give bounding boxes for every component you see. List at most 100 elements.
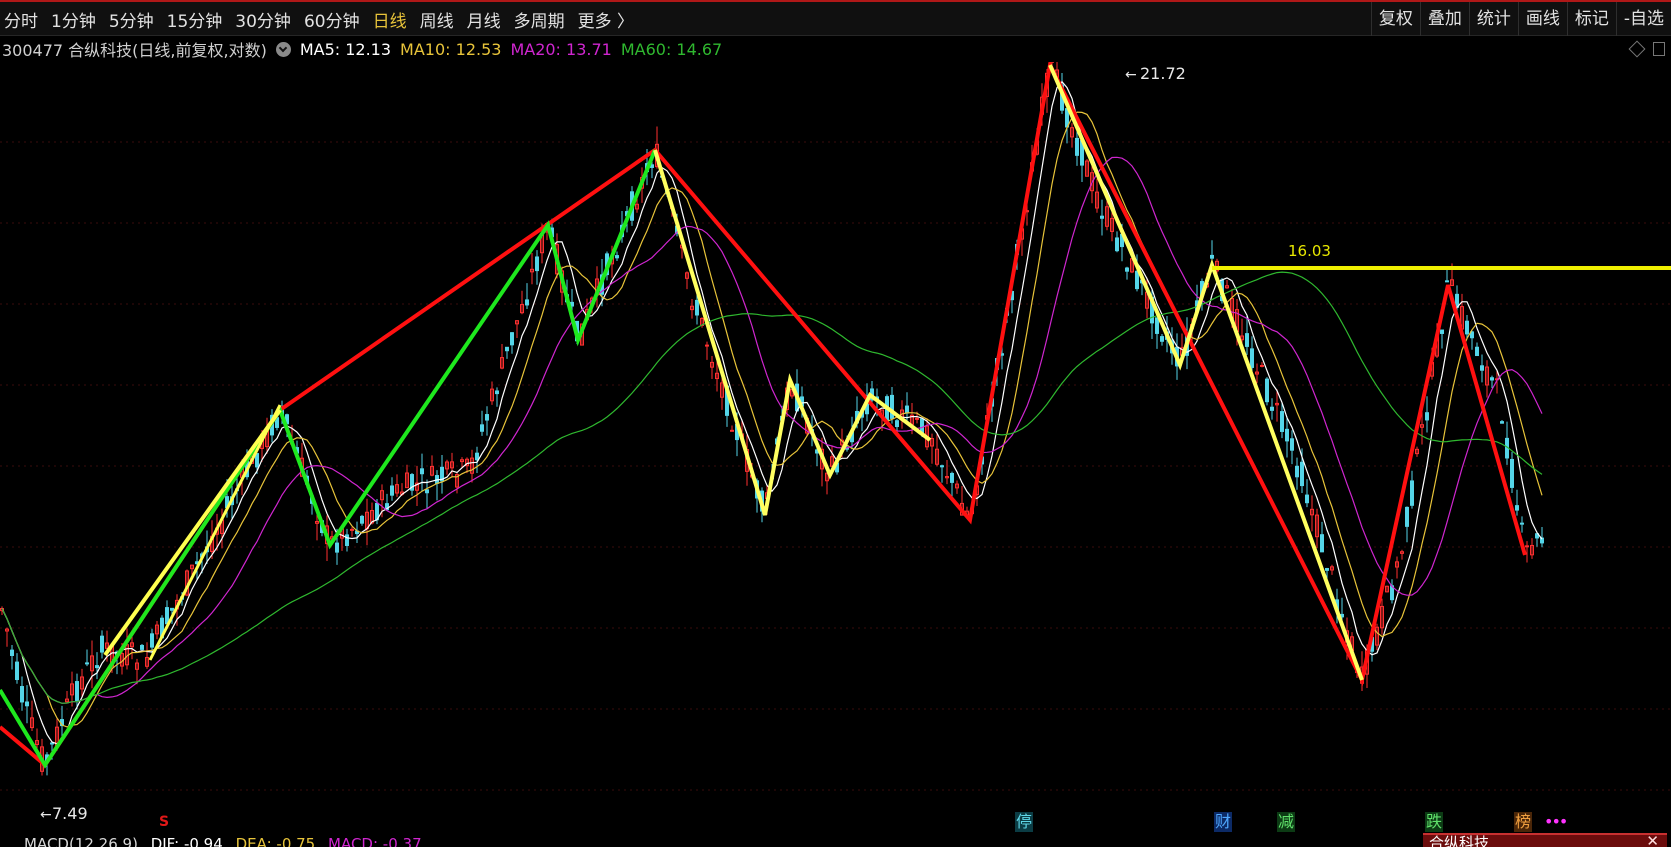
zigzag-lines (0, 62, 1671, 769)
candle-body (1210, 254, 1214, 259)
stock-title: 300477 合纵科技(日线,前复权,对数) (2, 41, 267, 60)
macd-value: MACD: -0.37 (328, 835, 422, 847)
macd-indicator-bar: MACD(12,26,9) DIF: -0.94 DEA: -0.75 MACD… (24, 835, 430, 847)
candle-body (1500, 421, 1504, 424)
candle-body (1325, 568, 1329, 571)
candle-body (480, 424, 484, 432)
candle-body (1510, 458, 1514, 488)
candle-body (905, 405, 909, 414)
toolbar: 分时 1分钟 5分钟 15分钟 30分钟 60分钟 日线 周线 月线 多周期 更多 〉 复权 叠加 统计… (0, 0, 1671, 36)
tab-period-7[interactable]: 周线 (420, 7, 454, 32)
candle-body (950, 472, 954, 483)
trading-window: 分时 1分钟 5分钟 15分钟 30分钟 60分钟 日线 周线 月线 多周期 更多 〉 复权 叠加 统计… (0, 0, 1671, 847)
marker-drop[interactable]: 跌 (1425, 812, 1444, 832)
tool-button-1[interactable]: 叠加 (1419, 2, 1469, 36)
candle-body (1445, 280, 1449, 283)
candle-body (1410, 480, 1414, 506)
candle-body (1520, 522, 1524, 525)
candle-body (10, 649, 14, 656)
zigzag-yellow-1 (103, 408, 282, 657)
candle-body (525, 299, 529, 306)
tool-button-2[interactable]: 统计 (1468, 2, 1518, 36)
marker-more-dots[interactable]: ••• (1543, 812, 1568, 832)
candle-body (695, 299, 699, 316)
candle-body (1250, 348, 1254, 368)
candle-body (1160, 336, 1164, 342)
candle-body (1300, 461, 1304, 487)
candle-body (895, 420, 899, 428)
marker-halt[interactable]: 停 (1015, 812, 1034, 832)
stock-info-bar: 300477 合纵科技(日线,前复权,对数) MA5: 12.13 MA10: … (2, 37, 731, 61)
candle-body (535, 256, 539, 272)
candle-body (495, 390, 499, 395)
tab-period-6[interactable]: 日线 (373, 7, 407, 32)
high-price-label: 21.72 (1140, 64, 1186, 83)
tab-period-4[interactable]: 30分钟 (235, 7, 291, 32)
candle-body (1490, 377, 1494, 381)
ma5-value: MA5: 12.13 (299, 39, 392, 59)
tab-period-5[interactable]: 60分钟 (304, 7, 360, 32)
corner-icons (1628, 40, 1665, 58)
low-arrow-icon: ← (40, 807, 52, 823)
candle-body (1320, 534, 1324, 553)
macd-dea: DEA: -0.75 (235, 835, 316, 847)
marker-s[interactable]: S (158, 812, 170, 832)
candle-body (75, 681, 79, 701)
marker-reduce[interactable]: 减 (1277, 812, 1296, 832)
candle-body (1465, 320, 1469, 335)
candle-body (170, 607, 174, 611)
tool-button-4[interactable]: 标记 (1566, 2, 1616, 36)
marker-finance[interactable]: 财 (1214, 812, 1233, 832)
candle-body (1515, 505, 1519, 511)
ma5-line (1, 80, 1543, 745)
window-icon[interactable] (1653, 42, 1665, 56)
stock-popup[interactable]: 合纵科技 ✕ (1423, 833, 1667, 847)
candle-body (1425, 412, 1429, 421)
tool-button-0[interactable]: 复权 (1370, 2, 1420, 36)
tab-period-2[interactable]: 5分钟 (109, 7, 154, 32)
diamond-icon[interactable] (1628, 40, 1646, 58)
candle-body (25, 701, 29, 707)
tab-period-9[interactable]: 多周期 (514, 7, 565, 32)
zigzag-red-main (278, 62, 1527, 686)
marker-list[interactable]: 榜 (1514, 812, 1533, 832)
macd-label: MACD(12,26,9) (24, 835, 138, 847)
tab-period-0[interactable]: 分时 (4, 7, 38, 32)
kline-chart[interactable]: 7.49 ← 21.72 ← 16.03 (0, 62, 1671, 832)
zigzag-yellow-3 (653, 149, 932, 516)
candlesticks (0, 62, 1544, 776)
tab-period-8[interactable]: 月线 (467, 7, 501, 32)
candle-body (350, 528, 354, 531)
candle-body (1270, 406, 1274, 411)
candle-body (1525, 545, 1529, 548)
tool-button-5[interactable]: -自选 (1615, 2, 1671, 36)
candle-body (1075, 137, 1079, 156)
candle-body (255, 453, 259, 468)
tool-button-3[interactable]: 画线 (1517, 2, 1567, 36)
candle-body (1265, 378, 1269, 403)
candle-body (1245, 333, 1249, 347)
moving-averages (1, 80, 1543, 745)
macd-dif: DIF: -0.94 (150, 835, 223, 847)
tab-period-1[interactable]: 1分钟 (51, 7, 96, 32)
candle-body (485, 414, 489, 421)
candle-body (1125, 267, 1129, 272)
ma10-value: MA10: 12.53 (400, 39, 502, 59)
candle-body (425, 489, 429, 494)
close-icon[interactable]: ✕ (1646, 835, 1659, 847)
low-price-label: 7.49 (52, 804, 88, 823)
zigzag-red-1 (0, 408, 282, 768)
resistance-price-label: 16.03 (1288, 242, 1331, 260)
candle-body (420, 468, 424, 475)
candle-body (1155, 317, 1159, 334)
dropdown-circle-icon[interactable] (275, 41, 291, 57)
tab-period-10[interactable]: 更多 〉 (578, 7, 634, 32)
zigzag-yellow-2 (148, 404, 282, 661)
high-arrow-icon: ← (1125, 67, 1137, 83)
candle-body (705, 344, 709, 347)
candle-body (100, 635, 104, 653)
candle-body (1100, 215, 1104, 219)
tab-period-3[interactable]: 15分钟 (167, 7, 223, 32)
candle-body (1285, 428, 1289, 442)
candle-body (85, 662, 89, 665)
